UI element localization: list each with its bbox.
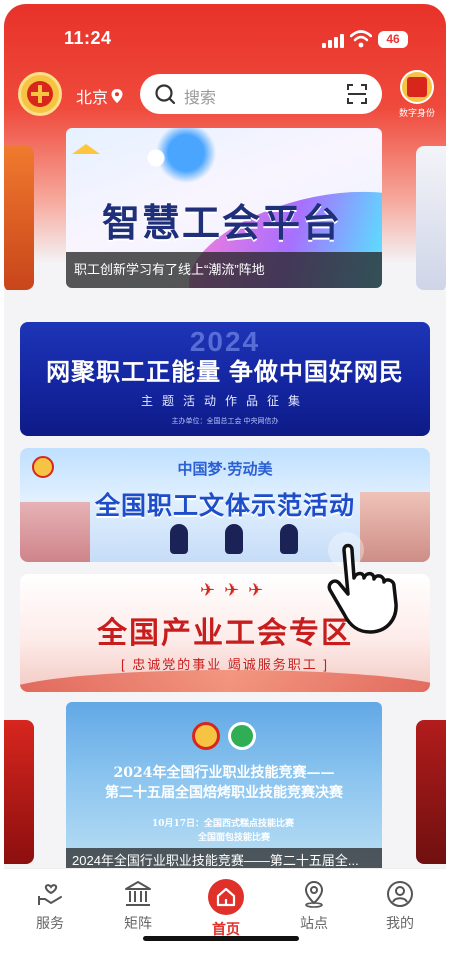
cellular-signal-icon	[322, 34, 344, 48]
union-logo[interactable]	[18, 72, 62, 116]
top-carousel: 智慧工会平台 职工创新学习有了线上“潮流”阵地	[4, 128, 446, 292]
home-icon	[208, 879, 244, 915]
search-icon	[155, 84, 176, 105]
star-icon	[72, 144, 100, 154]
location-pin-icon	[111, 89, 123, 103]
status-bar: 11:24 46	[4, 4, 446, 68]
tab-label: 我的	[386, 915, 414, 931]
slide-event-line1: 10月17日：全国西式糕点技能比赛	[152, 819, 295, 829]
location-icon	[304, 880, 324, 908]
user-icon	[387, 881, 413, 907]
banner-subtitle: 中国梦·劳动美	[177, 461, 273, 478]
institution-icon	[125, 881, 151, 906]
home-indicator[interactable]	[143, 936, 299, 941]
association-logo-icon	[228, 722, 256, 750]
slide-event-line2: 全国面包技能比赛	[198, 833, 271, 843]
banner-netizen-campaign[interactable]: 2024 网聚职工正能量 争做中国好网民 主题活动作品征集 主办单位：全国总工会…	[20, 322, 430, 436]
carousel-prev-slide[interactable]	[4, 146, 34, 290]
slide-title-line2: 第二十五届全国焙烤职业技能竞赛决赛	[105, 785, 343, 801]
tab-label: 站点	[300, 915, 328, 931]
service-icon	[38, 884, 62, 905]
tab-matrix[interactable]: 矩阵	[108, 879, 168, 933]
carousel-next-slide[interactable]	[416, 720, 446, 864]
bottom-tab-bar: 服务 矩阵 首页 站点 我的	[4, 868, 446, 961]
wifi-icon	[350, 30, 372, 48]
digital-id-icon	[400, 70, 434, 104]
status-time: 11:24	[64, 28, 112, 48]
carousel-prev-slide[interactable]	[4, 720, 34, 864]
city-label: 北京	[76, 90, 109, 107]
carousel-slide-smart-union[interactable]: 智慧工会平台 职工创新学习有了线上“潮流”阵地	[66, 128, 382, 288]
digital-id-label: 数字身份	[398, 108, 435, 118]
slide-title-line1: 2024年全国行业职业技能竞赛——	[113, 765, 335, 781]
app-screen: 11:24 46 北京 搜索 数字身份 智慧工会平台 职工创新学习有了线上“潮流…	[4, 4, 446, 961]
city-selector[interactable]: 北京	[76, 84, 123, 108]
top-bar: 北京 搜索 数字身份	[4, 70, 446, 124]
birds-icon: ✈ ✈ ✈	[200, 580, 266, 600]
scan-icon[interactable]	[346, 83, 368, 105]
tab-station[interactable]: 站点	[284, 879, 344, 933]
runner-figure	[225, 524, 243, 554]
slide-caption: 职工创新学习有了线上“潮流”阵地	[66, 252, 382, 288]
banner-decoration	[20, 670, 430, 692]
digital-id-button[interactable]: 数字身份	[394, 70, 440, 119]
bottom-carousel: 2024年全国行业职业技能竞赛—— 第二十五届全国焙烤职业技能竞赛决赛 10月1…	[4, 702, 446, 874]
carousel-slide-skills-contest[interactable]: 2024年全国行业职业技能竞赛—— 第二十五届全国焙烤职业技能竞赛决赛 10月1…	[66, 702, 382, 874]
runner-figure	[170, 524, 188, 554]
slide-title: 智慧工会平台	[102, 203, 343, 245]
tab-service[interactable]: 服务	[20, 879, 80, 933]
tab-mine[interactable]: 我的	[370, 879, 430, 933]
battery-icon: 46	[378, 31, 408, 48]
carousel-next-slide[interactable]	[416, 146, 446, 290]
banner-title: 网聚职工正能量 争做中国好网民	[46, 359, 404, 386]
runner-figure	[280, 524, 298, 554]
banner-subtitle: 主题活动作品征集	[140, 394, 309, 408]
search-bar[interactable]: 搜索	[140, 74, 382, 114]
tab-home[interactable]: 首页	[196, 879, 256, 939]
banner-title: 全国职工文体示范活动	[94, 492, 355, 520]
search-placeholder: 搜索	[184, 90, 217, 107]
banner-slogan: [ 忠诚党的事业 竭诚服务职工 ]	[120, 657, 330, 672]
banner-organizer: 主办单位：全国总工会 中央网信办	[171, 418, 279, 425]
tab-label: 服务	[36, 915, 64, 931]
union-emblem-icon	[192, 722, 220, 750]
tab-label: 矩阵	[124, 915, 152, 931]
pointer-hand-icon	[327, 532, 398, 634]
